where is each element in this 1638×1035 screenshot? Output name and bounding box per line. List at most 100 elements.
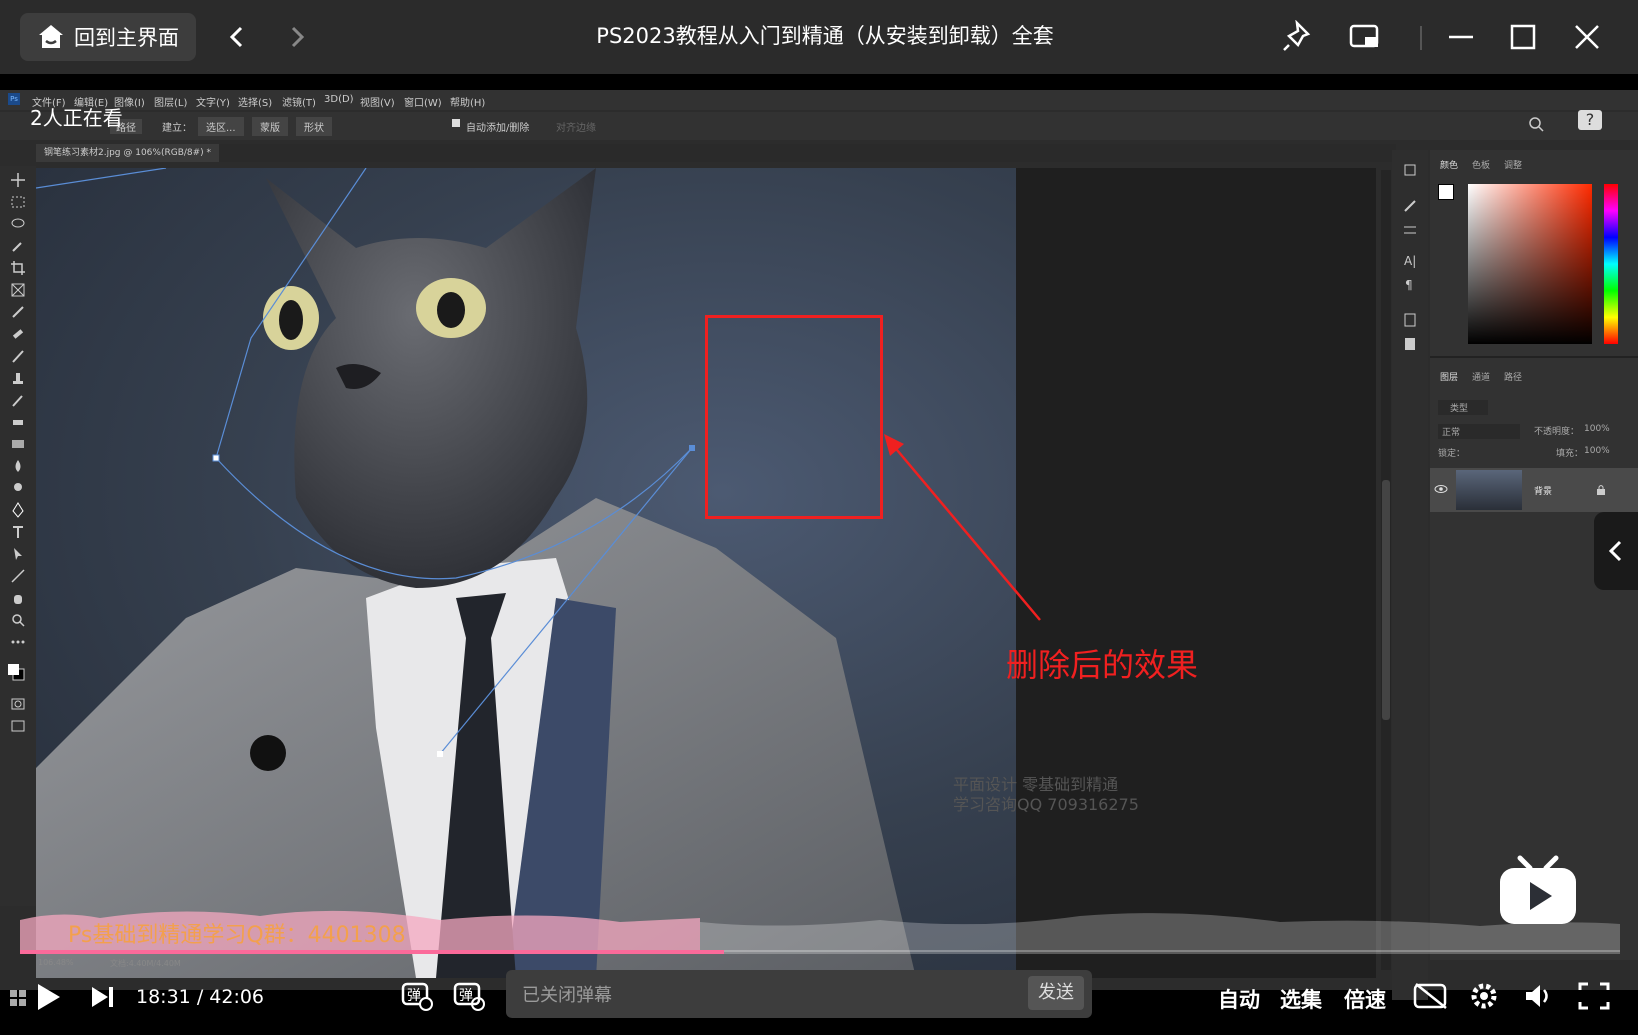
layer-thumbnail <box>1456 470 1522 510</box>
fill-value: 100% <box>1584 446 1610 456</box>
back-home-button[interactable]: 回到主界面 <box>20 13 196 61</box>
eraser-tool-icon <box>13 420 23 425</box>
picture-in-picture-icon[interactable] <box>1348 20 1382 54</box>
subtitle-off-icon[interactable] <box>1412 980 1450 1012</box>
more-tools-icon <box>11 640 25 644</box>
ps-options-bar: 路径 建立： 选区... 蒙版 形状 自动添加/删除 对齐边缘 ? <box>0 110 1638 140</box>
frame-tool-icon <box>11 283 25 297</box>
layer-row-background: 背景 <box>1430 468 1638 512</box>
ps-auto-add-label: 自动添加/删除 <box>466 123 530 134</box>
video-title: PS2023教程从入门到精通（从安装到卸载）全套 <box>596 24 1054 48</box>
ps-canvas <box>36 168 1376 978</box>
back-arrow-icon[interactable] <box>222 22 252 52</box>
stamp-tool-icon <box>13 373 23 384</box>
annotation-text: 删除后的效果 <box>1006 646 1199 684</box>
move-tool-icon <box>11 173 25 187</box>
hand-tool-icon <box>14 595 22 604</box>
layer-name: 背景 <box>1534 487 1553 497</box>
maximize-icon[interactable] <box>1506 20 1540 54</box>
send-danmaku-button[interactable]: 发送 <box>1028 976 1084 1010</box>
lasso-tool-icon <box>11 218 25 228</box>
watermark-line-1: 平面设计 零基础到精通 <box>953 775 1119 794</box>
quick-select-icon <box>12 242 22 252</box>
ps-menu-3d: 3D(D) <box>324 94 354 105</box>
danmaku-toggle-icon[interactable]: 弹 <box>400 978 434 1012</box>
blend-mode-select: 正常 <box>1438 424 1521 439</box>
path-select-icon <box>14 548 22 560</box>
adjust-sliders-icon <box>1404 226 1416 234</box>
ps-make-label: 建立： <box>162 123 192 134</box>
color-picker-field <box>1468 184 1592 344</box>
danmaku-settings-icon[interactable]: 弹 <box>452 978 486 1012</box>
progress-fill <box>20 950 724 954</box>
toolbar-divider <box>1420 26 1422 50</box>
notes-icon <box>1405 338 1415 350</box>
pen-tool-icon <box>12 502 24 518</box>
ps-align-edges-label: 对齐边缘 <box>556 123 596 134</box>
next-episode-icon[interactable] <box>90 984 116 1010</box>
back-home-label: 回到主界面 <box>74 26 179 50</box>
minimize-icon[interactable] <box>1444 20 1478 54</box>
total-time: 42:06 <box>209 986 265 1008</box>
close-icon[interactable] <box>1570 20 1604 54</box>
ps-menu-filter: 滤镜(T) <box>282 98 316 109</box>
adjustments-tab: 调整 <box>1504 161 1523 171</box>
help-question-icon: ? <box>1578 110 1602 130</box>
panel-divider <box>1430 356 1638 358</box>
foreground-swatch <box>1438 184 1454 200</box>
watermark-line-2: 学习咨询QQ 709316275 <box>953 795 1139 814</box>
ps-menu-select: 选择(S) <box>238 98 273 109</box>
ps-menu-view: 视图(V) <box>360 98 395 109</box>
current-time: 18:31 <box>136 986 191 1008</box>
windows-start-icon <box>10 990 26 1006</box>
watcher-count: 2人正在看 <box>30 106 123 130</box>
ps-shape-button: 形状 <box>296 117 332 136</box>
chevron-left-icon <box>1608 540 1622 562</box>
pin-icon[interactable] <box>1280 20 1314 54</box>
time-display: 18:31 / 42:06 <box>136 986 264 1008</box>
ps-document-tabs: 钢笔练习素材2.jpg @ 106%(RGB/8#) * <box>36 144 1396 162</box>
layer-kind-filter: 类型 <box>1438 400 1489 415</box>
quality-auto-button[interactable]: 自动 <box>1218 984 1260 1014</box>
sphynx-cat-illustration <box>36 168 916 978</box>
ps-menu-layer: 图层(L) <box>154 98 188 109</box>
home-icon <box>39 25 63 48</box>
healing-brush-icon <box>12 329 24 339</box>
fullscreen-icon[interactable] <box>1576 980 1612 1012</box>
side-panel-toggle[interactable] <box>1594 512 1638 590</box>
episodes-button[interactable]: 选集 <box>1280 984 1322 1014</box>
scrollbar-thumb[interactable] <box>1382 480 1390 720</box>
screen-mode-icon <box>11 720 25 732</box>
brush-tool-icon <box>12 350 24 363</box>
annotation-arrow-icon <box>884 434 1041 621</box>
forward-arrow-icon[interactable] <box>282 22 312 52</box>
volume-icon[interactable] <box>1522 980 1554 1012</box>
crop-tool-icon <box>11 261 25 275</box>
ps-menu-help: 帮助(H) <box>450 98 486 109</box>
svg-text:弹: 弹 <box>407 988 421 1004</box>
danmaku-input-box: 发送 <box>506 970 1092 1018</box>
play-icon[interactable] <box>34 981 62 1013</box>
highlight-rectangle <box>705 315 883 519</box>
layers-tab: 图层 <box>1440 373 1459 383</box>
dodge-tool-icon <box>14 483 22 491</box>
swatches-tab: 色板 <box>1472 161 1491 171</box>
ps-logo-icon: Ps <box>8 93 20 105</box>
fill-label: 填充： <box>1556 449 1584 459</box>
speed-button[interactable]: 倍速 <box>1344 984 1386 1014</box>
paragraph-panel-icon: ¶ <box>1405 278 1413 292</box>
layer-lock-icon <box>1597 485 1605 495</box>
blur-tool-icon <box>15 460 21 472</box>
watermark: 平面设计 零基础到精通 学习咨询QQ 709316275 <box>953 775 1139 815</box>
opacity-label: 不透明度： <box>1534 427 1580 437</box>
ps-menu-bar: Ps 文件(F) 编辑(E) 图像(I) 图层(L) 文字(Y) 选择(S) 滤… <box>0 90 1638 110</box>
danmaku-input[interactable] <box>520 980 974 1010</box>
hue-slider <box>1604 184 1618 344</box>
brush-settings-icon <box>1404 200 1416 212</box>
channels-tab: 通道 <box>1472 373 1491 383</box>
canvas-scrollbar[interactable] <box>1381 170 1391 970</box>
ps-menu-window: 窗口(W) <box>404 98 442 109</box>
settings-gear-icon[interactable] <box>1468 980 1500 1012</box>
line-tool-icon <box>11 569 25 583</box>
libraries-icon <box>1404 313 1416 327</box>
